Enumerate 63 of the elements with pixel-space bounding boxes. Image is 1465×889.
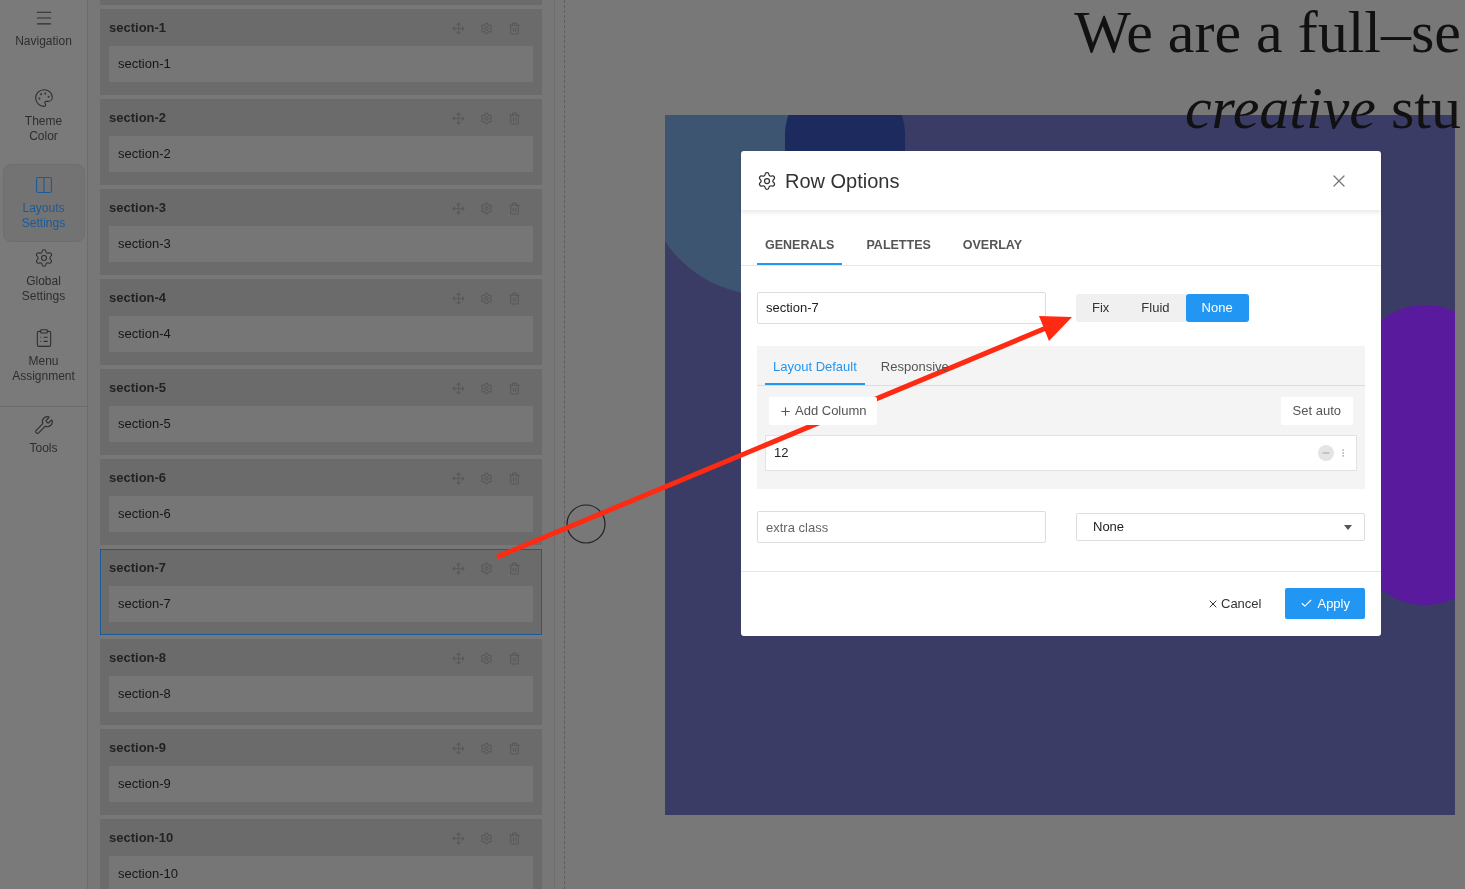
section-card[interactable]: section-1 section-1 [100,9,542,95]
set-auto-button[interactable]: Set auto [1280,397,1353,425]
gears-icon [33,248,54,268]
tools-icon [33,415,54,435]
section-field[interactable]: section-10 [109,856,533,889]
palette-icon [33,88,54,108]
section-title: section-1 [109,19,168,38]
sidebar-item[interactable]: Theme Color [2,84,85,162]
section-title: section-2 [109,109,168,128]
dialog-title: Row Options [785,168,901,194]
sidebar-item[interactable]: Navigation [2,4,85,82]
section-card[interactable]: section-5 section-5 [100,369,542,455]
sidebar-item[interactable]: Global Settings [2,244,85,322]
layout-tab[interactable]: Layout Default [765,346,865,385]
remove-icon[interactable] [1318,445,1334,461]
section-title: section-8 [109,649,168,668]
layout-tab[interactable]: Responsive [872,346,957,385]
width-option[interactable]: Fluid [1125,294,1186,322]
section-card[interactable]: section-10 section-10 [100,819,542,889]
section-title: section-5 [109,379,168,398]
columns-icon [33,175,54,195]
cancel-button[interactable]: Cancel [1207,588,1262,619]
section-card[interactable]: section-3 section-3 [100,189,542,275]
sidebar-item[interactable]: Tools [2,411,85,489]
add-column-button[interactable]: Add Column [769,397,877,425]
section-field[interactable]: section-5 [109,406,533,442]
plus-icon [779,404,792,418]
section-title: section-9 [109,739,168,758]
width-option[interactable]: Fix [1076,294,1126,322]
circle-marker [566,504,606,544]
name-field[interactable]: section-7 [757,292,1046,324]
section-card[interactable]: section-9 section-9 [100,729,542,815]
select-field[interactable]: None [1076,513,1365,541]
hero-heading: We are a full–se [1074,0,1461,67]
section-title: section-7 [109,559,168,578]
dialog-tab[interactable]: GENERALS [757,228,843,265]
section-field[interactable]: section-7 [109,586,533,622]
dialog-tab[interactable]: PALETTES [858,228,939,265]
column-row[interactable]: 12 [765,435,1357,471]
section-field[interactable]: section-3 [109,226,533,262]
section-title: section-3 [109,199,168,218]
section-field[interactable]: section-9 [109,766,533,802]
section-field[interactable]: section-8 [109,676,533,712]
section-title: section-10 [109,829,175,848]
dialog-tab[interactable]: OVERLAY [954,228,1031,265]
section-field[interactable]: section-4 [109,316,533,352]
section-field[interactable]: section-1 [109,46,533,82]
apply-button[interactable]: Apply [1285,588,1365,619]
section-title: section-4 [109,289,168,308]
section-card[interactable]: section-8 section-8 [100,639,542,725]
extra-class-field[interactable]: extra class [757,511,1046,543]
sidebar-item[interactable]: Menu Assignment [2,324,85,402]
width-option[interactable]: None [1185,294,1249,322]
section-card[interactable]: section-6 section-6 [100,459,542,545]
section-card[interactable]: section-4 section-4 [100,279,542,365]
section-card[interactable]: section-2 section-2 [100,99,542,185]
section-field[interactable]: section-2 [109,136,533,172]
section-title: section-6 [109,469,168,488]
caret-icon [1344,524,1352,530]
check-icon [1300,597,1314,610]
section-field[interactable]: section-6 [109,496,533,532]
section-card[interactable]: section-7 section-7 [100,549,542,635]
settings-icon [757,170,777,191]
